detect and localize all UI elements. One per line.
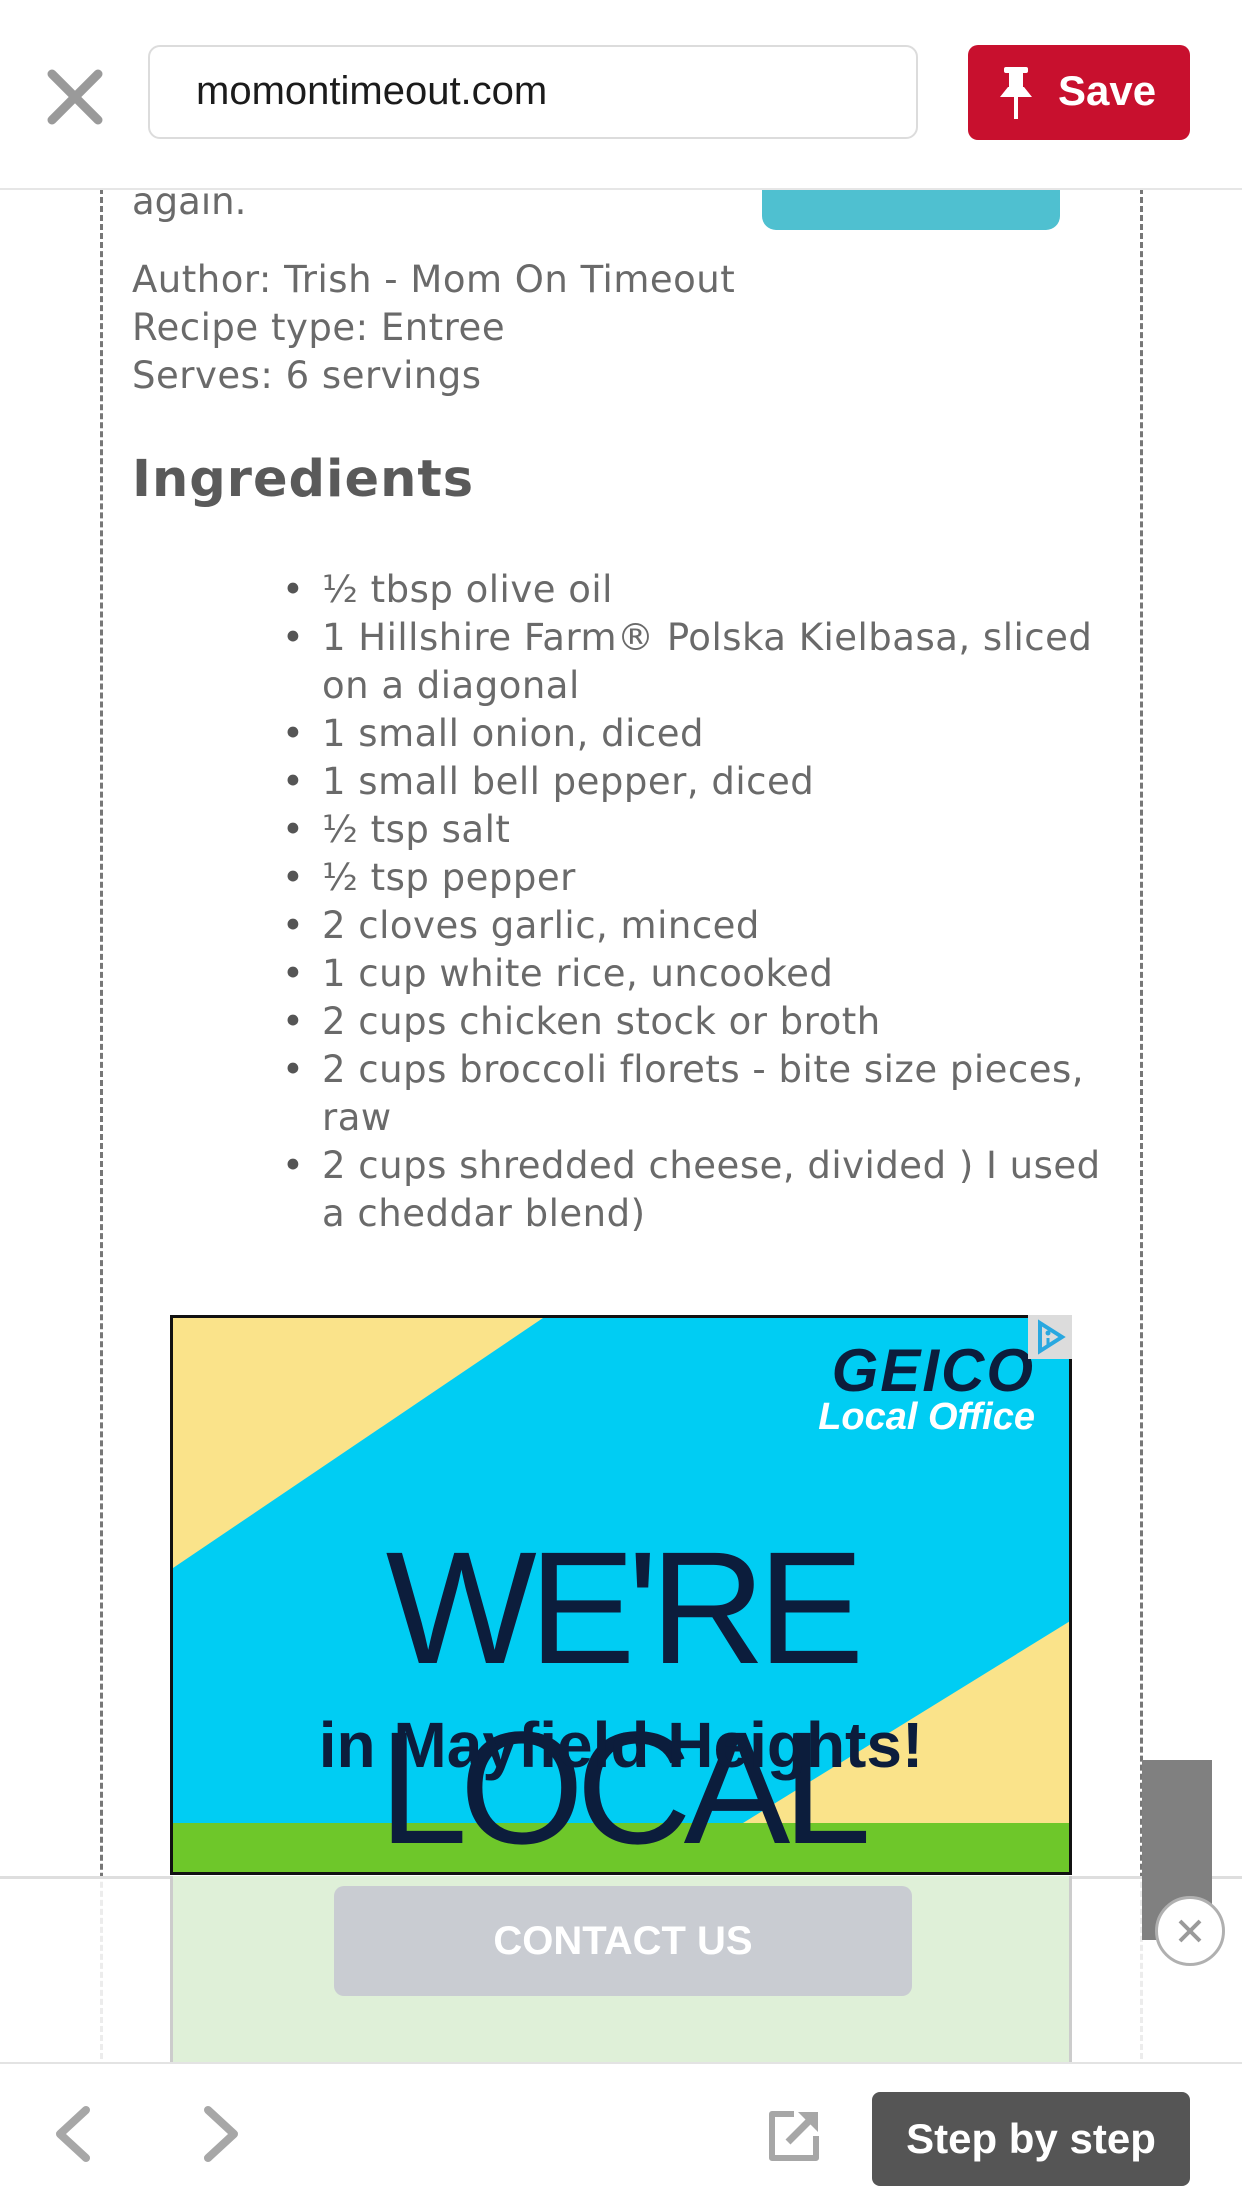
recipe-serves: Serves: 6 servings — [132, 354, 482, 397]
close-icon[interactable] — [46, 68, 104, 126]
ingredient-item: ½ tbsp olive oil — [282, 566, 1122, 614]
ingredient-item: 1 Hillshire Farm® Polska Kielbasa, slice… — [282, 614, 1122, 710]
url-field[interactable]: momontimeout.com — [148, 45, 918, 139]
ingredients-heading: Ingredients — [132, 450, 475, 509]
ingredient-item: 1 small onion, diced — [282, 710, 1122, 758]
ad-location-line: in Mayfield Heights! — [318, 1709, 924, 1781]
browser-top-bar: momontimeout.com Save — [0, 0, 1242, 190]
close-ad-icon[interactable] — [1155, 1896, 1225, 1966]
bottom-toolbar: Step by step — [0, 2062, 1242, 2210]
open-external-icon[interactable] — [766, 2108, 822, 2164]
save-button[interactable]: Save — [968, 45, 1190, 140]
ingredient-item: 2 cups broccoli florets - bite size piec… — [282, 1046, 1122, 1142]
step-by-step-button[interactable]: Step by step — [872, 2092, 1190, 2186]
ingredient-item: ½ tsp pepper — [282, 854, 1122, 902]
ad-headline: WE'RE LOCAL — [378, 1518, 872, 1875]
recipe-type: Recipe type: Entree — [132, 306, 506, 349]
ingredient-item: 1 cup white rice, uncooked — [282, 950, 1122, 998]
ad-subtitle: Local Office — [818, 1396, 1035, 1438]
ad-brand-logo: GEICO — [831, 1337, 1035, 1404]
recipe-author: Author: Trish - Mom On Timeout — [132, 258, 736, 301]
back-chevron-icon[interactable] — [48, 2104, 94, 2164]
ingredient-item: ½ tsp salt — [282, 806, 1122, 854]
url-text: momontimeout.com — [196, 69, 548, 113]
pin-icon — [998, 65, 1034, 121]
ingredient-item: 2 cups chicken stock or broth — [282, 998, 1122, 1046]
ingredient-item: 1 small bell pepper, diced — [282, 758, 1122, 806]
ad-contact-button[interactable]: CONTACT US — [334, 1886, 912, 1996]
ingredient-item: 2 cloves garlic, minced — [282, 902, 1122, 950]
recipe-card-border-left — [100, 188, 103, 2068]
ingredient-item: 2 cups shredded cheese, divided ) I used… — [282, 1142, 1122, 1238]
adchoices-icon[interactable] — [1028, 1315, 1072, 1359]
ingredients-list: ½ tbsp olive oil 1 Hillshire Farm® Polsk… — [282, 566, 1122, 1238]
save-label: Save — [1058, 67, 1157, 114]
recipe-meta: Author: Trish - Mom On Timeout Recipe ty… — [132, 256, 735, 400]
forward-chevron-icon[interactable] — [200, 2104, 246, 2164]
geico-advertisement[interactable]: GEICO Local Office WE'RE LOCAL in Mayfie… — [170, 1315, 1072, 1875]
